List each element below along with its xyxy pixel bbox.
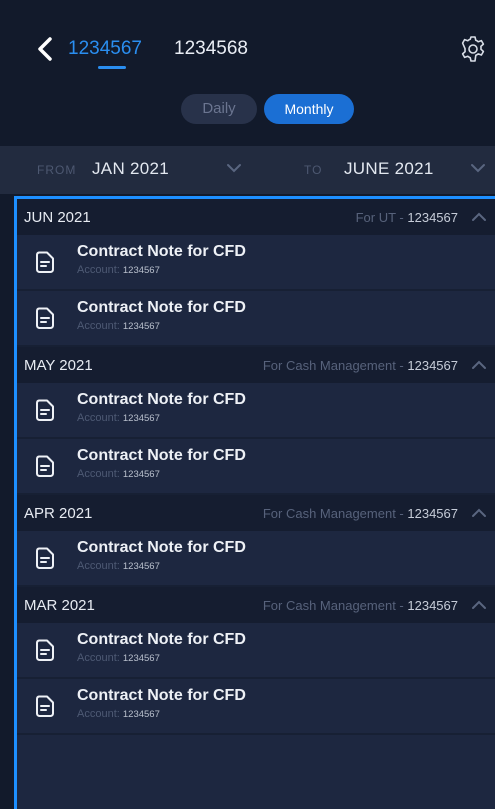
- document-icon: [36, 307, 54, 329]
- item-account-label: Account:: [77, 320, 120, 332]
- item-title: Contract Note for CFD: [77, 391, 246, 408]
- document-icon: [36, 695, 54, 717]
- from-label: FROM: [37, 163, 77, 177]
- item-account-label: Account:: [77, 264, 120, 276]
- list-item[interactable]: Contract Note for CFD Account: 1234567: [17, 291, 495, 347]
- item-account-line: Account: 1234567: [77, 708, 160, 720]
- from-chevron-down-icon[interactable]: [226, 162, 242, 174]
- item-account-number: 1234567: [122, 413, 160, 424]
- item-title: Contract Note for CFD: [77, 539, 246, 556]
- item-title: Contract Note for CFD: [77, 687, 246, 704]
- chevron-up-icon[interactable]: [471, 508, 487, 518]
- item-account-label: Account:: [77, 560, 120, 572]
- account-tab-1[interactable]: 1234567: [68, 38, 142, 60]
- date-range-filter: FROM JAN 2021 TO JUNE 2021: [0, 146, 495, 194]
- chevron-up-icon[interactable]: [471, 600, 487, 610]
- month-section-header[interactable]: APR 2021 For Cash Management - 1234567: [17, 495, 495, 531]
- document-icon: [36, 455, 54, 477]
- document-icon: [36, 547, 54, 569]
- list-item[interactable]: Contract Note for CFD Account: 1234567: [17, 235, 495, 291]
- section-subtitle-text: For UT -: [355, 210, 408, 225]
- item-account-number: 1234567: [122, 469, 160, 480]
- from-date-value[interactable]: JAN 2021: [92, 159, 169, 179]
- item-account-label: Account:: [77, 708, 120, 720]
- item-account-line: Account: 1234567: [77, 264, 160, 276]
- list-item[interactable]: Contract Note for CFD Account: 1234567: [17, 623, 495, 679]
- section-subtitle: For Cash Management - 1234567: [263, 358, 458, 373]
- month-section-header[interactable]: JUN 2021 For UT - 1234567: [17, 199, 495, 235]
- statement-list: JUN 2021 For UT - 1234567 Contract Note …: [14, 196, 495, 809]
- item-title: Contract Note for CFD: [77, 243, 246, 260]
- section-subtitle: For Cash Management - 1234567: [263, 506, 458, 521]
- month-section-header[interactable]: MAY 2021 For Cash Management - 1234567: [17, 347, 495, 383]
- app-header: 1234567 1234568: [0, 0, 495, 95]
- back-arrow-icon[interactable]: [34, 36, 56, 62]
- item-account-line: Account: 1234567: [77, 468, 160, 480]
- section-subtitle: For UT - 1234567: [356, 210, 458, 225]
- monthly-toggle[interactable]: Monthly: [264, 94, 354, 124]
- daily-toggle[interactable]: Daily: [181, 94, 257, 124]
- item-title: Contract Note for CFD: [77, 631, 246, 648]
- section-account: 1234567: [407, 598, 458, 613]
- item-account-number: 1234567: [122, 709, 160, 720]
- list-item[interactable]: Contract Note for CFD Account: 1234567: [17, 679, 495, 735]
- section-account: 1234567: [407, 506, 458, 521]
- item-title: Contract Note for CFD: [77, 447, 246, 464]
- list-item[interactable]: Contract Note for CFD Account: 1234567: [17, 531, 495, 587]
- item-account-line: Account: 1234567: [77, 320, 160, 332]
- section-subtitle-text: For Cash Management -: [262, 506, 408, 521]
- month-section-header[interactable]: MAR 2021 For Cash Management - 1234567: [17, 587, 495, 623]
- item-account-line: Account: 1234567: [77, 412, 160, 424]
- item-account-number: 1234567: [122, 265, 160, 276]
- active-tab-indicator: [98, 66, 126, 69]
- to-date-value[interactable]: JUNE 2021: [344, 159, 434, 179]
- chevron-up-icon[interactable]: [471, 212, 487, 222]
- section-account: 1234567: [407, 358, 458, 373]
- section-month: APR 2021: [24, 505, 93, 522]
- document-icon: [36, 251, 54, 273]
- item-account-number: 1234567: [122, 561, 160, 572]
- item-account-number: 1234567: [122, 653, 160, 664]
- to-label: TO: [304, 163, 323, 177]
- account-tab-2[interactable]: 1234568: [174, 38, 248, 60]
- section-subtitle-text: For Cash Management -: [262, 358, 408, 373]
- item-account-number: 1234567: [122, 321, 160, 332]
- section-month: JUN 2021: [24, 209, 91, 226]
- document-icon: [36, 639, 54, 661]
- section-subtitle: For Cash Management - 1234567: [263, 598, 458, 613]
- item-account-line: Account: 1234567: [77, 652, 160, 664]
- section-account: 1234567: [407, 210, 458, 225]
- item-title: Contract Note for CFD: [77, 299, 246, 316]
- item-account-label: Account:: [77, 468, 120, 480]
- item-account-label: Account:: [77, 412, 120, 424]
- settings-gear-icon[interactable]: [458, 34, 488, 64]
- chevron-up-icon[interactable]: [471, 360, 487, 370]
- to-chevron-down-icon[interactable]: [470, 162, 486, 174]
- list-item[interactable]: Contract Note for CFD Account: 1234567: [17, 439, 495, 495]
- section-month: MAR 2021: [24, 597, 95, 614]
- item-account-line: Account: 1234567: [77, 560, 160, 572]
- document-icon: [36, 399, 54, 421]
- item-account-label: Account:: [77, 652, 120, 664]
- list-item[interactable]: Contract Note for CFD Account: 1234567: [17, 383, 495, 439]
- section-month: MAY 2021: [24, 357, 93, 374]
- section-subtitle-text: For Cash Management -: [262, 598, 408, 613]
